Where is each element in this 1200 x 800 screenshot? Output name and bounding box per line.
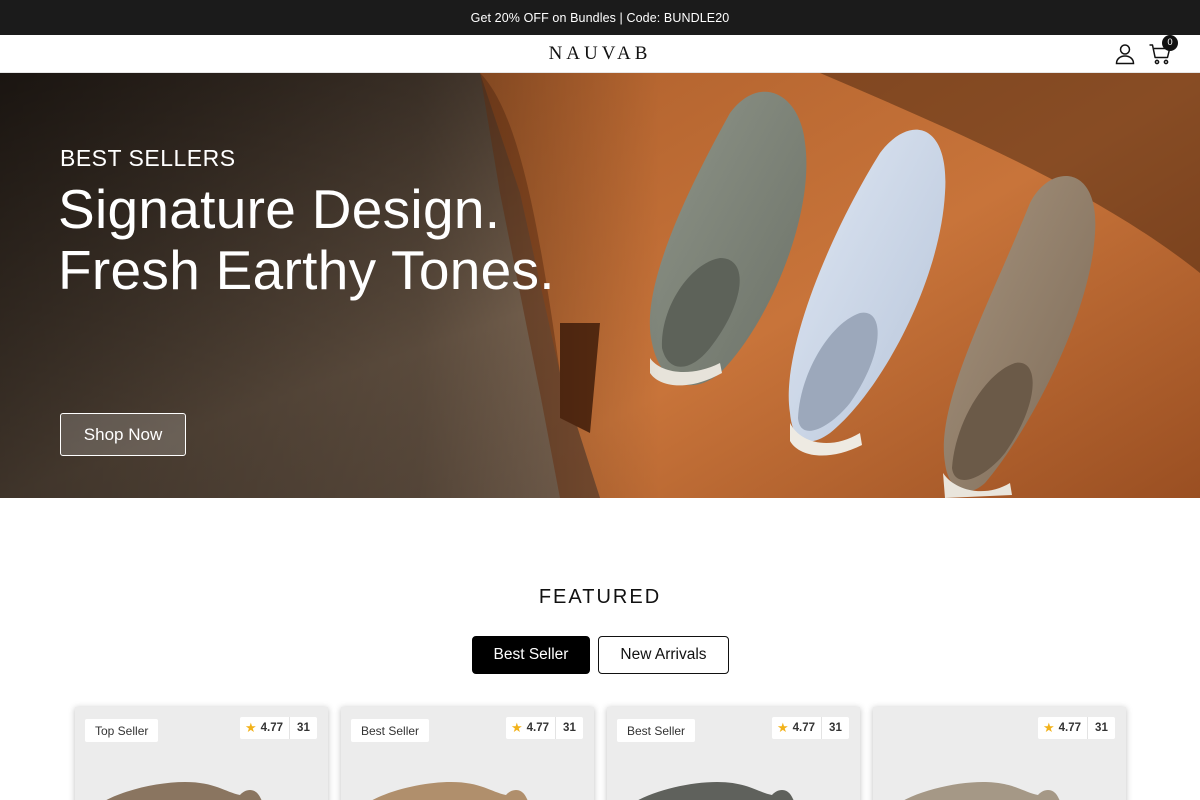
product-badge: Best Seller xyxy=(617,719,696,742)
product-badge: Best Seller xyxy=(351,719,430,742)
star-icon: ★ xyxy=(511,720,523,735)
product-image xyxy=(904,782,1060,800)
product-card[interactable]: Best Seller ★ 4.77 31 xyxy=(341,707,594,800)
featured-heading: FEATURED xyxy=(538,586,662,608)
star-icon: ★ xyxy=(777,720,789,735)
user-icon[interactable] xyxy=(1113,42,1137,66)
product-card[interactable]: Top Seller ★ 4.77 31 xyxy=(75,707,328,800)
product-image xyxy=(372,782,528,800)
review-count: 31 xyxy=(1095,722,1108,734)
rating-value: 4.77 xyxy=(1058,722,1082,734)
product-rating: ★ 4.77 31 xyxy=(240,717,317,739)
hero-headline: Signature Design. Fresh Earthy Tones. xyxy=(58,179,555,301)
rating-value: 4.77 xyxy=(526,722,550,734)
product-card[interactable]: Best Seller ★ 4.77 31 xyxy=(607,707,860,800)
hero-headline-line-1: Signature Design. xyxy=(58,178,501,240)
rating-value: 4.77 xyxy=(792,722,816,734)
product-badge: Top Seller xyxy=(85,719,159,742)
shop-now-button[interactable]: Shop Now xyxy=(60,413,186,456)
review-count: 31 xyxy=(829,722,842,734)
product-card[interactable]: ★ 4.77 31 xyxy=(873,707,1126,800)
hero-banner: BEST SELLERS Signature Design. Fresh Ear… xyxy=(0,73,1200,498)
tab-best-seller[interactable]: Best Seller xyxy=(472,636,590,674)
product-image xyxy=(106,782,262,800)
product-image xyxy=(638,782,794,800)
tab-new-arrivals[interactable]: New Arrivals xyxy=(598,636,729,674)
announcement-text: Get 20% OFF on Bundles | Code: BUNDLE20 xyxy=(470,10,730,25)
star-icon: ★ xyxy=(1043,720,1055,735)
announcement-bar: Get 20% OFF on Bundles | Code: BUNDLE20 xyxy=(0,0,1200,35)
product-rating: ★ 4.77 31 xyxy=(772,717,849,739)
rating-score: ★ 4.77 xyxy=(772,717,823,739)
brand-logo[interactable]: NAUVAB xyxy=(0,43,1200,65)
star-icon: ★ xyxy=(245,720,257,735)
rating-score: ★ 4.77 xyxy=(506,717,557,739)
product-rating: ★ 4.77 31 xyxy=(506,717,583,739)
hero-headline-line-2: Fresh Earthy Tones. xyxy=(58,239,555,301)
site-header: NAUVAB xyxy=(0,35,1200,73)
review-count: 31 xyxy=(297,722,310,734)
rating-score: ★ 4.77 xyxy=(1038,717,1089,739)
review-count: 31 xyxy=(563,722,576,734)
hero-eyebrow: BEST SELLERS xyxy=(60,145,236,171)
rating-score: ★ 4.77 xyxy=(240,717,291,739)
cart-count-badge: 0 xyxy=(1162,35,1178,51)
rating-value: 4.77 xyxy=(260,722,284,734)
product-rating: ★ 4.77 31 xyxy=(1038,717,1115,739)
